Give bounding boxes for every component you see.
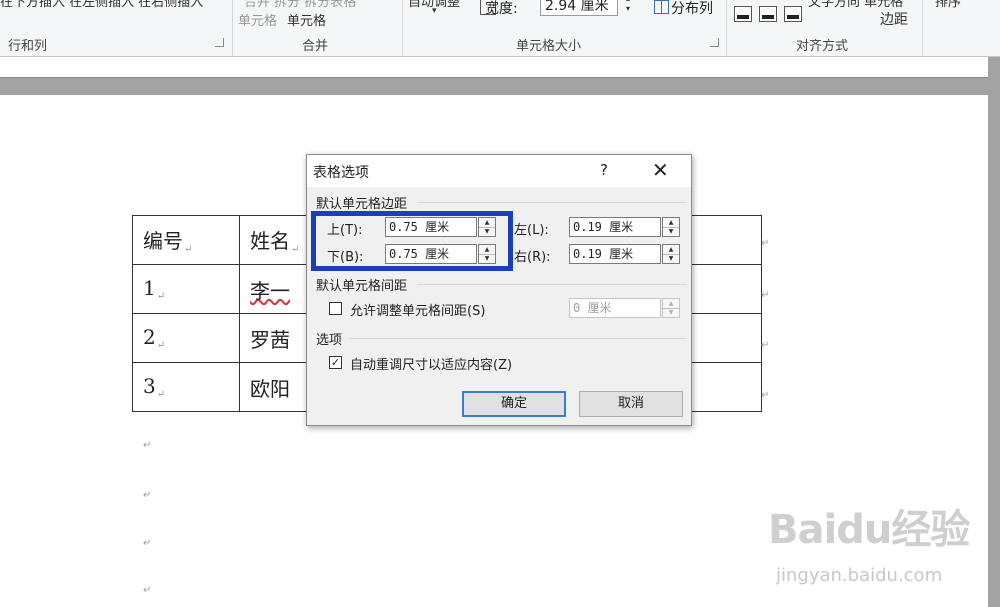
cancel-button[interactable]: 取消 (579, 391, 683, 417)
section-default-margins: 默认单元格边距 (316, 197, 408, 212)
spinner-down-icon[interactable]: ▼ (663, 254, 679, 263)
section-divider (417, 284, 687, 285)
cell-end-mark: ↵ (156, 389, 166, 400)
group-separator (232, 0, 233, 56)
close-icon[interactable]: ✕ (652, 158, 669, 182)
autoresize-label[interactable]: 自动重调尺寸以适应内容(Z) (350, 354, 512, 373)
cell-end-mark: ↵ (156, 340, 166, 351)
merge-cells-label[interactable]: 单元格 (238, 10, 277, 29)
autoresize-checkbox[interactable]: ✓ (329, 356, 342, 369)
spacing-input[interactable]: 0 厘米 (569, 298, 661, 318)
paragraph-mark: ↵ (143, 585, 152, 596)
group-separator (922, 0, 923, 56)
table-options-dialog: 表格选项 ? ✕ 默认单元格边距 上(T): 0.75 厘米 ▲ ▼ 左(L): … (306, 154, 692, 426)
ok-button[interactable]: 确定 (462, 391, 566, 417)
baidu-watermark: Baidu经验 (768, 507, 970, 553)
dialog-title: 表格选项 (313, 165, 369, 181)
help-icon[interactable]: ? (600, 161, 608, 179)
paragraph-mark: ↵ (143, 490, 152, 501)
dialog-titlebar[interactable]: 表格选项 ? ✕ (307, 155, 691, 187)
right-margin-spinner[interactable]: ▲ ▼ (662, 244, 680, 264)
split-cells-label[interactable]: 单元格 (287, 10, 326, 29)
group-label-rows-columns: 行和列 (8, 39, 48, 54)
group-label-alignment: 对齐方式 (796, 39, 849, 54)
row-end-mark: ↵ (761, 290, 770, 301)
section-divider (417, 202, 687, 203)
group-separator (402, 0, 403, 56)
group-label-merge: 合并 (302, 39, 329, 54)
section-default-spacing: 默认单元格间距 (316, 279, 408, 294)
cell-width-spinner[interactable]: ▴▾ (620, 0, 636, 18)
align-bottom-center-icon[interactable] (759, 6, 777, 22)
align-bottom-right-icon[interactable] (784, 6, 802, 22)
right-margin-label: 右(R): (514, 250, 551, 265)
merge-split-partial[interactable]: 合并 拆分 拆分表格 (244, 0, 356, 10)
autofit-dropdown-icon[interactable]: ▾ (432, 6, 437, 16)
cell-end-mark: ↵ (291, 244, 300, 255)
cell-width-label: 宽度: (485, 1, 518, 17)
section-options: 选项 (316, 333, 343, 348)
section-divider (349, 338, 687, 339)
spinner-down-icon[interactable]: ▼ (663, 308, 679, 317)
distribute-columns-button[interactable]: 分布列 (654, 0, 713, 18)
spacing-spinner[interactable]: ▲ ▼ (662, 298, 680, 318)
group-separator (726, 0, 727, 56)
left-margin-label: 左(L): (514, 223, 549, 238)
insert-buttons-partial[interactable]: 在下方插入 在左侧插入 在右侧插入 (0, 0, 203, 10)
right-margin-input[interactable]: 0.19 厘米 (569, 244, 661, 264)
distribute-columns-label: 分布列 (671, 1, 713, 17)
allow-spacing-label[interactable]: 允许调整单元格间距(S) (350, 300, 485, 319)
table-cell[interactable]: 2↵ (132, 313, 240, 363)
left-margin-input[interactable]: 0.19 厘米 (569, 217, 661, 237)
paragraph-mark: ↵ (143, 538, 152, 549)
row-end-mark: ↵ (761, 238, 770, 249)
group-label-cell-size: 单元格大小 (516, 39, 582, 54)
paragraph-mark: ↵ (143, 440, 152, 451)
row-end-mark: ↵ (761, 390, 770, 401)
rows-columns-launcher-icon[interactable] (215, 38, 224, 47)
table-cell[interactable]: 1↵ (132, 264, 240, 314)
cell-width-input[interactable]: 2.94 厘米 (540, 0, 618, 16)
table-cell[interactable]: 编号↵ (132, 215, 240, 265)
row-end-mark: ↵ (761, 340, 770, 351)
cell-end-mark: ↵ (184, 244, 193, 255)
spinner-down-icon[interactable]: ▼ (663, 227, 679, 236)
align-bottom-left-icon[interactable] (734, 6, 752, 22)
annotation-highlight-box (311, 211, 513, 271)
cell-end-mark: ↵ (156, 291, 166, 302)
ribbon-table-layout: 在下方插入 在左侧插入 在右侧插入 合并 拆分 拆分表格 单元格 单元格 自动调… (0, 0, 1000, 57)
left-margin-spinner[interactable]: ▲ ▼ (662, 217, 680, 237)
allow-spacing-checkbox[interactable] (329, 302, 342, 315)
baidu-watermark-url: jingyan.baidu.com (776, 565, 943, 586)
cell-margins-button[interactable]: 边距 (880, 9, 908, 29)
sort-button-partial[interactable]: 排序 (935, 0, 961, 10)
previous-page-bottom (0, 57, 988, 78)
distribute-columns-icon (654, 0, 669, 14)
cell-size-launcher-icon[interactable] (710, 38, 719, 47)
table-cell[interactable]: 3↵ (132, 362, 240, 412)
